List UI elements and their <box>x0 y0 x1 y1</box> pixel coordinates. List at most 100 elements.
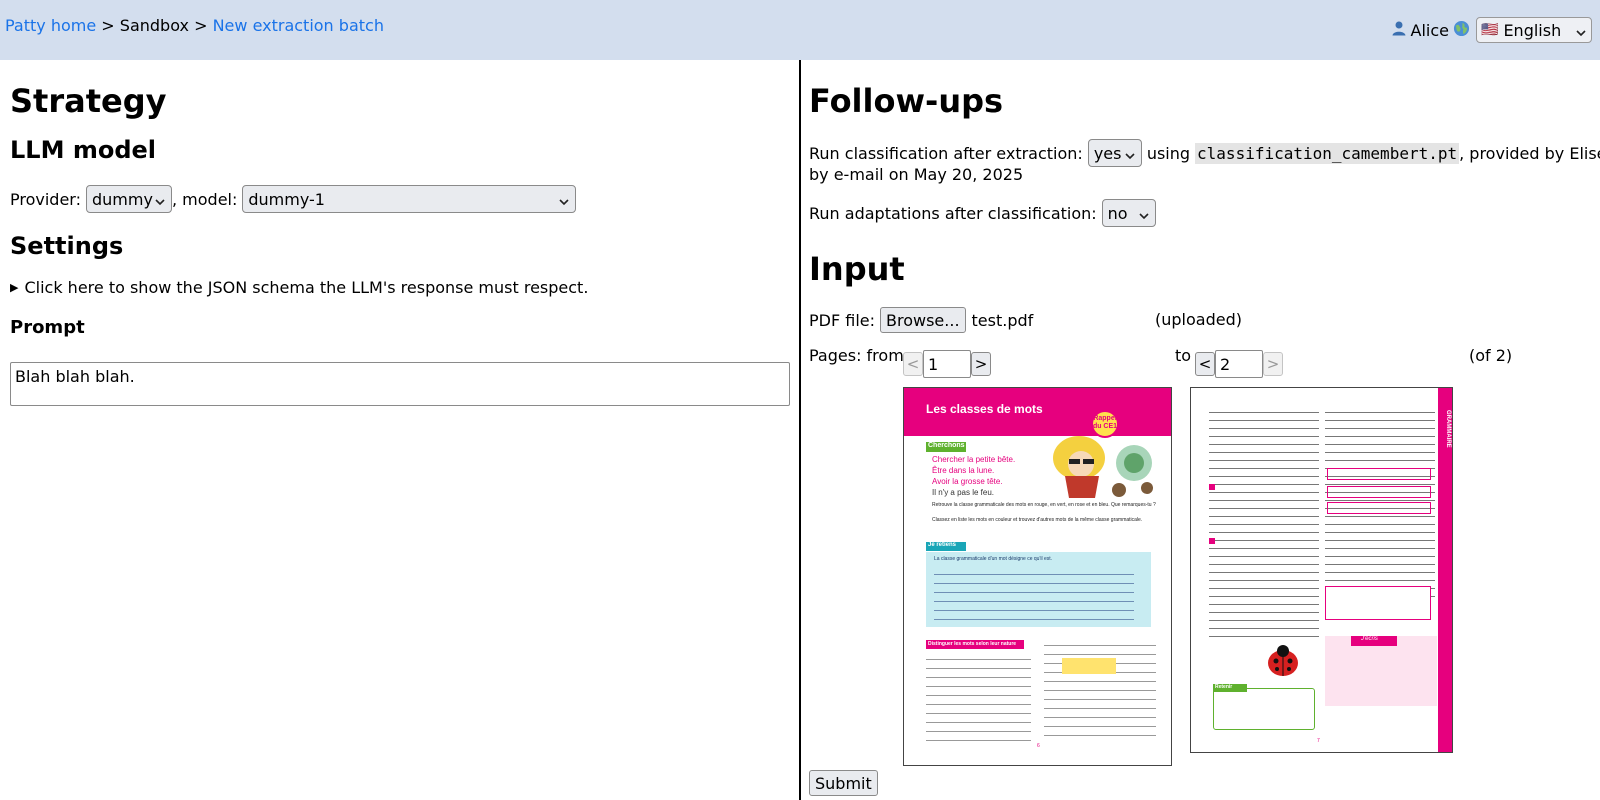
classification-row: Run classification after extraction: yes… <box>809 139 1600 167</box>
from-page-input[interactable]: 1 <box>923 350 971 378</box>
llm-model-heading: LLM model <box>10 136 157 164</box>
user-area: Alice 🇺🇸 English <box>1391 17 1592 43</box>
classification-label: Run classification after extraction: <box>809 143 1083 163</box>
schema-toggle-label: Click here to show the JSON schema the L… <box>24 278 589 297</box>
page-total-text: (of 2) <box>1469 346 1513 365</box>
column-divider <box>799 60 801 800</box>
to-prev-button[interactable]: < <box>1195 352 1215 376</box>
pages-to-label: to <box>1175 346 1192 365</box>
chevron-down-icon <box>1575 24 1587 37</box>
adaptations-label: Run adaptations after classification: <box>809 203 1097 223</box>
page-total-row: (of 2) <box>1469 346 1512 365</box>
pdf-page-1-thumbnail: Les classes de mots Rappel du CE1 Cherch… <box>903 387 1172 766</box>
ecris-box <box>1325 636 1437 706</box>
breadcrumb-home-link[interactable]: Patty home <box>5 16 96 35</box>
upload-status-text: (uploaded) <box>1155 310 1242 329</box>
breadcrumb-current-link[interactable]: New extraction batch <box>213 16 384 35</box>
strategy-title: Strategy <box>10 82 167 120</box>
page-banner-title: Les classes de mots <box>926 402 1043 416</box>
from-prev-button[interactable]: < <box>903 352 923 376</box>
idiom-3: Avoir la grosse tête. <box>932 477 1003 486</box>
prompt-textarea[interactable]: Blah blah blah. <box>10 362 790 406</box>
adaptations-select[interactable]: no <box>1101 199 1156 227</box>
idiom-4: Il n'y a pas le feu. <box>932 488 995 497</box>
to-next-button[interactable]: > <box>1263 352 1283 376</box>
breadcrumb-separator: > <box>194 16 208 35</box>
settings-heading: Settings <box>10 232 124 260</box>
breadcrumb-separator: > <box>101 16 115 35</box>
user-icon <box>1391 20 1407 40</box>
disclosure-triangle-icon: ▶ <box>10 281 19 294</box>
browse-button-label: Browse... <box>886 310 960 330</box>
provider-label: Provider: <box>10 189 81 209</box>
ecris-label: J'écris <box>1361 636 1378 642</box>
breadcrumb: Patty home > Sandbox > New extraction ba… <box>5 16 384 35</box>
adaptations-value: no <box>1107 203 1128 223</box>
je-retiens-text: La classe grammaticale d'un mot désigne … <box>934 556 1053 562</box>
schema-toggle[interactable]: ▶ Click here to show the JSON schema the… <box>10 278 588 297</box>
pdf-file-label: PDF file: <box>809 310 876 330</box>
provided-by-line2: by e-mail on May 20, 2025 <box>809 165 1023 184</box>
pdf-page-2-thumbnail: GRAMMAIRE J'écris Retenir 7 <box>1190 387 1453 753</box>
breadcrumb-sandbox: Sandbox <box>119 16 189 35</box>
to-page-stepper: < 2 > <box>1195 350 1283 378</box>
to-page-input[interactable]: 2 <box>1215 350 1263 378</box>
language-value: English <box>1503 20 1562 40</box>
using-label: using <box>1146 143 1191 163</box>
cherchons-instruction-1: Retrouve la classe grammaticale des mots… <box>932 502 1156 508</box>
prompt-heading: Prompt <box>10 317 85 338</box>
retenir-label: Retenir <box>1215 684 1233 690</box>
from-page-stepper: < 1 > <box>903 350 991 378</box>
adaptations-row: Run adaptations after classification: no <box>809 199 1156 227</box>
provider-value: dummy <box>91 189 153 209</box>
chevron-down-icon <box>1138 207 1150 220</box>
provider-select[interactable]: dummy <box>85 185 172 213</box>
note-sticker <box>1062 658 1116 674</box>
model-label: , model: <box>171 189 238 209</box>
exercise-band-label: Distinguer les mots selon leur nature <box>928 641 1017 647</box>
answer-box <box>1327 468 1431 480</box>
idiom-1: Chercher la petite bête. <box>932 455 1016 464</box>
pdf-file-name: test.pdf <box>971 310 1034 330</box>
model-select[interactable]: dummy-1 <box>242 185 577 213</box>
pdf-file-row: PDF file: Browse... test.pdf <box>809 307 1033 333</box>
exercise-left-text <box>926 654 1031 742</box>
model-value: dummy-1 <box>248 189 325 209</box>
page-number: 6 <box>1037 743 1040 749</box>
side-label: GRAMMAIRE <box>1445 410 1451 448</box>
llm-model-row: Provider: dummy , model: dummy-1 <box>10 185 577 213</box>
cherchons-instruction-2: Classez en liste les mots en couleur et … <box>932 517 1143 523</box>
cartoon-illustration <box>1053 436 1153 498</box>
classification-model-file: classification_camembert.pt <box>1195 142 1460 164</box>
browse-button[interactable]: Browse... <box>880 307 966 333</box>
grammar-table <box>1325 586 1431 620</box>
chevron-down-icon <box>1124 147 1136 160</box>
provided-by-text: , provided by Elise <box>1459 143 1600 163</box>
language-select[interactable]: 🇺🇸 English <box>1476 17 1592 43</box>
je-retiens-label: Je retiens <box>928 542 957 548</box>
to-label-row: to <box>1175 346 1191 365</box>
provided-by-date-text: by e-mail on May 20, 2025 <box>809 165 1024 184</box>
idiom-2: Être dans la lune. <box>932 466 995 475</box>
classification-value: yes <box>1093 143 1122 163</box>
from-next-button[interactable]: > <box>971 352 991 376</box>
cherchons-label: Cherchons <box>928 442 965 449</box>
answer-box <box>1327 486 1431 498</box>
chevron-down-icon <box>558 193 570 206</box>
exercise-marker <box>1209 538 1215 544</box>
pages-from-label-row: Pages: from <box>809 346 904 365</box>
upload-status: (uploaded) <box>1155 310 1242 329</box>
submit-button[interactable]: Submit <box>809 770 878 796</box>
submit-button-label: Submit <box>815 773 872 793</box>
classification-select[interactable]: yes <box>1087 139 1142 167</box>
us-flag-icon: 🇺🇸 <box>1481 22 1499 38</box>
left-exercises-text <box>1209 408 1319 638</box>
prompt-value: Blah blah blah. <box>15 367 135 386</box>
page-number: 7 <box>1317 738 1320 744</box>
retenir-box <box>1213 688 1315 730</box>
chevron-down-icon <box>154 193 166 206</box>
exercise-marker <box>1209 484 1215 490</box>
exercise-right-text <box>1044 640 1156 740</box>
followups-title: Follow-ups <box>809 82 1004 120</box>
je-retiens-lines <box>934 570 1134 620</box>
